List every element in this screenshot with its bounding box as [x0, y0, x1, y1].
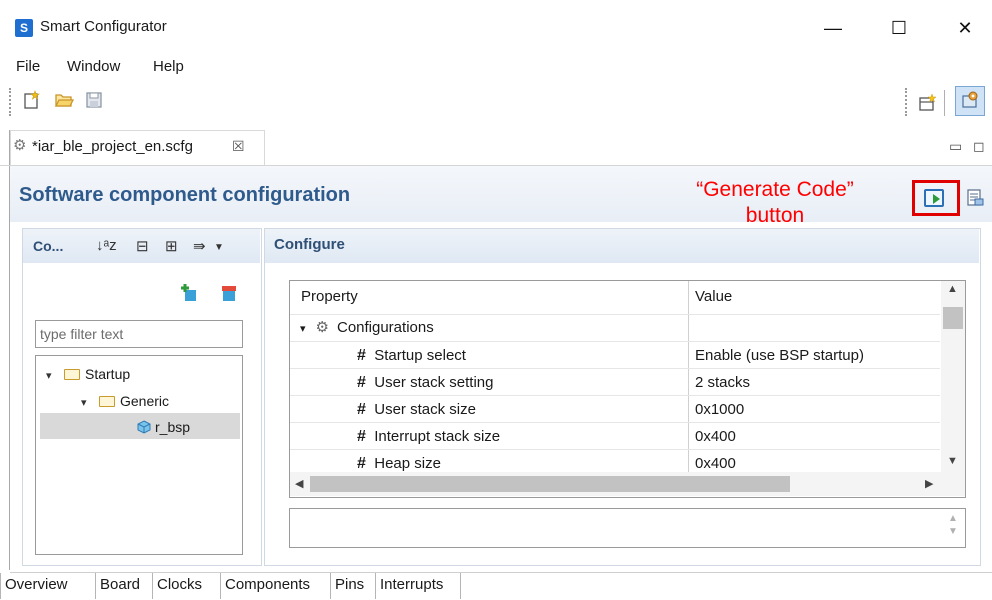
- components-panel-title[interactable]: Co...: [33, 238, 63, 254]
- row-divider: [290, 449, 940, 450]
- tab-interrupts[interactable]: Interrupts: [376, 573, 461, 599]
- perspective-icon: [962, 91, 978, 108]
- annotation-line-2: button: [745, 204, 805, 227]
- property-value[interactable]: 0x400: [695, 428, 736, 445]
- window-title: Smart Configurator: [40, 18, 167, 35]
- sort-alpha-icon[interactable]: ↓ᵃz: [96, 237, 117, 254]
- vertical-scroll-thumb[interactable]: [943, 307, 963, 329]
- property-name: Startup select: [374, 347, 466, 364]
- configurations-group-row[interactable]: ▾ ⚙ Configurations: [300, 318, 434, 336]
- folder-open-icon: [64, 369, 80, 380]
- add-component-icon[interactable]: [180, 284, 198, 302]
- horizontal-scroll-thumb[interactable]: [310, 476, 790, 492]
- close-window-button[interactable]: ✕: [942, 10, 988, 46]
- view-menu-chevron-icon[interactable]: ▼: [214, 242, 224, 253]
- annotation-line-1: “Generate Code”: [696, 178, 854, 201]
- tree-item-generic[interactable]: ▾ Generic: [81, 389, 169, 413]
- remove-component-icon[interactable]: [219, 284, 237, 302]
- maximize-button[interactable]: ☐: [876, 10, 922, 46]
- property-name: Interrupt stack size: [374, 428, 501, 445]
- row-divider: [290, 341, 940, 342]
- hash-icon: #: [357, 455, 366, 472]
- toolbar-separator: [905, 88, 909, 116]
- tree-item-label: Startup: [85, 366, 131, 382]
- description-scroll-icon[interactable]: ▲ ▼: [948, 512, 958, 538]
- row-divider: [290, 368, 940, 369]
- property-value[interactable]: 2 stacks: [695, 374, 750, 391]
- filter-input[interactable]: [35, 320, 243, 348]
- app-icon: S: [15, 19, 33, 37]
- column-header-property[interactable]: Property: [301, 288, 358, 305]
- chevron-down-icon[interactable]: ▾: [46, 364, 58, 388]
- scroll-down-icon[interactable]: ▼: [947, 455, 958, 467]
- collapse-all-icon[interactable]: ⊟: [136, 237, 149, 255]
- expand-all-icon[interactable]: ⊞: [165, 237, 178, 255]
- generate-code-icon: [933, 194, 940, 204]
- editor-tab-label[interactable]: *iar_ble_project_en.scfg: [32, 138, 193, 155]
- configure-panel-header: [265, 229, 979, 263]
- property-row-user-stack-size[interactable]: # User stack size: [357, 401, 476, 419]
- description-box: [289, 508, 966, 548]
- menu-help[interactable]: Help: [153, 58, 184, 75]
- maximize-view-icon[interactable]: ◻: [973, 138, 985, 155]
- config-file-gear-icon: ⚙: [13, 137, 27, 154]
- menu-file[interactable]: File: [16, 58, 40, 75]
- property-row-heap-size[interactable]: # Heap size: [357, 455, 441, 473]
- tab-board[interactable]: Board: [96, 573, 153, 599]
- menu-window[interactable]: Window: [67, 58, 120, 75]
- property-name: User stack setting: [374, 374, 494, 391]
- toolbar: [0, 82, 992, 124]
- tree-item-label: r_bsp: [155, 419, 191, 435]
- page-title: Software component configuration: [19, 184, 351, 206]
- tree-item-r-bsp[interactable]: r_bsp: [136, 415, 190, 439]
- component-cube-icon: [137, 420, 151, 434]
- property-row-startup-select[interactable]: # Startup select: [357, 347, 466, 365]
- minimize-button[interactable]: —: [810, 10, 856, 46]
- tree-item-startup[interactable]: ▾ Startup: [46, 362, 130, 386]
- tab-pins[interactable]: Pins: [331, 573, 376, 599]
- property-row-user-stack-setting[interactable]: # User stack setting: [357, 374, 493, 392]
- hash-icon: #: [357, 347, 366, 364]
- property-row-interrupt-stack-size[interactable]: # Interrupt stack size: [357, 428, 500, 446]
- scroll-left-icon[interactable]: ◀: [295, 477, 303, 490]
- row-divider: [290, 314, 940, 315]
- property-value[interactable]: Enable (use BSP startup): [695, 347, 864, 364]
- hash-icon: #: [357, 401, 366, 418]
- tab-clocks[interactable]: Clocks: [153, 573, 221, 599]
- scroll-right-icon[interactable]: ▶: [925, 477, 933, 490]
- gear-icon: ⚙: [315, 319, 329, 336]
- toolbar-separator: [944, 90, 945, 116]
- scroll-up-icon[interactable]: ▲: [947, 283, 958, 295]
- group-label: Configurations: [336, 319, 434, 336]
- editor-tab-close-icon[interactable]: ☒: [232, 138, 245, 155]
- tab-components[interactable]: Components: [221, 573, 331, 599]
- chevron-down-icon[interactable]: ▾: [81, 391, 93, 415]
- property-value[interactable]: 0x1000: [695, 401, 744, 418]
- minimize-view-icon[interactable]: ▭: [949, 138, 962, 155]
- row-divider: [290, 422, 940, 423]
- save-icon[interactable]: [84, 90, 104, 110]
- configure-panel-title: Configure: [274, 236, 345, 253]
- folder-open-icon: [99, 396, 115, 407]
- menu-bar: [0, 52, 992, 82]
- smart-configurator-perspective-button[interactable]: [955, 86, 985, 116]
- column-header-value[interactable]: Value: [695, 288, 732, 305]
- tab-overview[interactable]: Overview: [0, 573, 96, 599]
- open-folder-icon[interactable]: [54, 90, 74, 110]
- property-name: User stack size: [374, 401, 476, 418]
- chevron-down-icon[interactable]: ▾: [300, 323, 306, 335]
- hash-icon: #: [357, 374, 366, 391]
- row-divider: [290, 395, 940, 396]
- generate-report-icon[interactable]: [966, 187, 984, 207]
- open-perspective-icon[interactable]: [918, 93, 938, 113]
- hash-icon: #: [357, 428, 366, 445]
- toolbar-grip: [9, 88, 13, 116]
- view-mode-icon[interactable]: ⇛: [193, 237, 206, 255]
- property-name: Heap size: [374, 455, 441, 472]
- generate-code-annotation: “Generate Code” button: [660, 177, 890, 229]
- tree-item-label: Generic: [120, 393, 170, 409]
- column-divider: [688, 281, 689, 477]
- property-value[interactable]: 0x400: [695, 455, 736, 472]
- new-file-icon[interactable]: [22, 90, 42, 110]
